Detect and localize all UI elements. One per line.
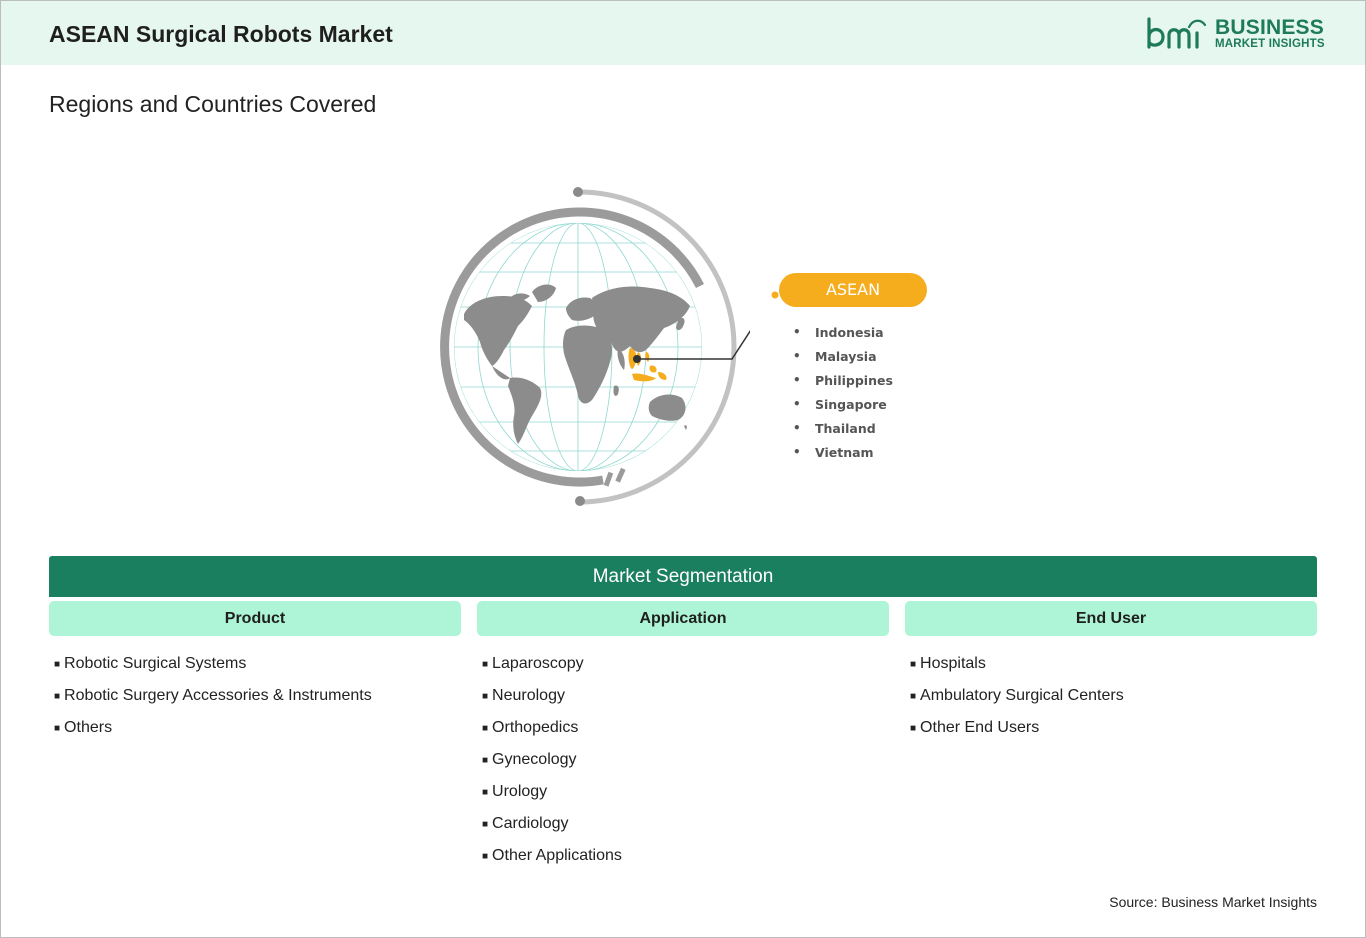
square-bullet-icon: ■ — [482, 786, 489, 798]
product-list: ■ Robotic Surgical Systems ■ Robotic Surge… — [49, 648, 372, 744]
country-name: Thailand — [815, 420, 876, 436]
bmi-logo-icon — [1147, 17, 1207, 49]
bullet-icon: • — [793, 397, 801, 411]
segment-item-label: Cardiology — [492, 815, 569, 832]
country-item: • Malaysia — [793, 344, 893, 368]
list-item: ■ Laparoscopy — [477, 648, 622, 680]
continents — [464, 284, 690, 444]
regions-title: Regions and Countries Covered — [49, 91, 377, 117]
country-name: Vietnam — [815, 444, 874, 460]
segment-item-label: Others — [64, 719, 113, 736]
square-bullet-icon: ■ — [54, 722, 61, 734]
list-item: ■ Other Applications — [477, 840, 622, 872]
end-user-list: ■ Hospitals ■ Ambulatory Surgical Centers … — [905, 648, 1124, 744]
segment-item-label: Laparoscopy — [492, 655, 584, 672]
bullet-icon: • — [793, 349, 801, 363]
source-note: Source: Business Market Insights — [1109, 894, 1317, 910]
list-item: ■ Orthopedics — [477, 712, 622, 744]
square-bullet-icon: ■ — [54, 690, 61, 702]
square-bullet-icon: ■ — [910, 722, 917, 734]
logo-line-business: BUSINESS — [1215, 16, 1324, 39]
world-globe-map — [440, 187, 750, 506]
country-list: • Indonesia • Malaysia • Philippines • Singa… — [793, 320, 893, 464]
square-bullet-icon: ■ — [482, 658, 489, 670]
segmentation-title: Market Segmentation — [49, 556, 1317, 597]
list-item: ■ Hospitals — [905, 648, 1124, 680]
segment-item-label: Other End Users — [920, 719, 1040, 736]
list-item: ■ Robotic Surgical Systems — [49, 648, 372, 680]
segment-heading-end-user: End User — [905, 601, 1317, 636]
segment-heading-application: Application — [477, 601, 889, 636]
square-bullet-icon: ■ — [482, 850, 489, 862]
bullet-icon: • — [793, 445, 801, 459]
bullet-icon: • — [793, 421, 801, 435]
square-bullet-icon: ■ — [910, 690, 917, 702]
segment-heading-product: Product — [49, 601, 461, 636]
list-item: ■ Ambulatory Surgical Centers — [905, 680, 1124, 712]
page-title: ASEAN Surgical Robots Market — [49, 21, 393, 47]
application-list: ■ Laparoscopy ■ Neurology ■ Orthopedics ■ Gy… — [477, 648, 622, 872]
ring-tick — [603, 471, 614, 487]
segment-item-label: Gynecology — [492, 751, 577, 768]
segment-item-label: Ambulatory Surgical Centers — [920, 687, 1124, 704]
arc-end-dot — [575, 496, 585, 506]
square-bullet-icon: ■ — [482, 722, 489, 734]
segment-item-label: Robotic Surgery Accessories & Instrument… — [64, 687, 372, 704]
segment-item-label: Urology — [492, 783, 548, 800]
square-bullet-icon: ■ — [482, 754, 489, 766]
list-item: ■ Urology — [477, 776, 622, 808]
segment-item-label: Robotic Surgical Systems — [64, 655, 247, 672]
country-name: Malaysia — [815, 348, 877, 364]
bullet-icon: • — [793, 373, 801, 387]
brand-logo: BUSINESS MARKET INSIGHTS — [1145, 15, 1325, 55]
list-item: ■ Robotic Surgery Accessories & Instrumen… — [49, 680, 372, 712]
region-label-asean: ASEAN — [779, 273, 927, 307]
country-item: • Vietnam — [793, 440, 893, 464]
country-name: Singapore — [815, 396, 887, 412]
segment-item-label: Other Applications — [492, 847, 622, 864]
country-item: • Philippines — [793, 368, 893, 392]
country-item: • Singapore — [793, 392, 893, 416]
list-item: ■ Gynecology — [477, 744, 622, 776]
list-item: ■ Cardiology — [477, 808, 622, 840]
square-bullet-icon: ■ — [54, 658, 61, 670]
square-bullet-icon: ■ — [482, 690, 489, 702]
asean-highlight — [628, 348, 667, 382]
segment-item-label: Orthopedics — [492, 719, 579, 736]
page-header: ASEAN Surgical Robots Market BUSINESS MA… — [1, 1, 1365, 65]
country-item: • Indonesia — [793, 320, 893, 344]
country-name: Indonesia — [815, 324, 884, 340]
list-item: ■ Other End Users — [905, 712, 1124, 744]
country-name: Philippines — [815, 372, 893, 388]
segment-item-label: Neurology — [492, 687, 565, 704]
arc-start-dot — [573, 187, 583, 197]
country-item: • Thailand — [793, 416, 893, 440]
logo-line-market-insights: MARKET INSIGHTS — [1215, 38, 1325, 50]
ring-tick — [615, 467, 626, 483]
square-bullet-icon: ■ — [910, 658, 917, 670]
segment-item-label: Hospitals — [920, 655, 986, 672]
list-item: ■ Others — [49, 712, 372, 744]
bullet-icon: • — [793, 325, 801, 339]
list-item: ■ Neurology — [477, 680, 622, 712]
square-bullet-icon: ■ — [482, 818, 489, 830]
